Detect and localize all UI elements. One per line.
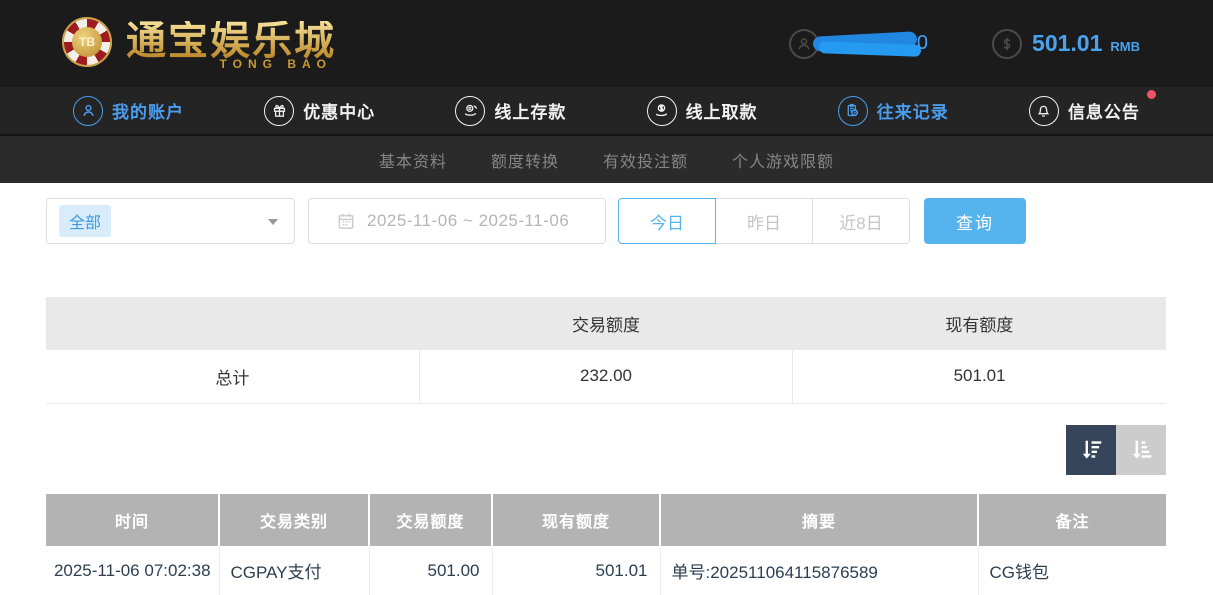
summary-header-transaction: 交易额度 <box>419 297 792 350</box>
chevron-down-icon <box>268 219 278 225</box>
summary-total-row: 总计 232.00 501.01 <box>46 350 1166 403</box>
col-header-type: 交易类别 <box>219 494 369 546</box>
selected-type-value: 全部 <box>59 205 111 237</box>
nav-item-my-account[interactable]: 我的账户 <box>73 96 184 126</box>
nav-item-online-withdrawal[interactable]: 线上取款 <box>647 96 758 126</box>
summary-balance-total: 501.01 <box>793 350 1166 403</box>
sort-ascending-button[interactable] <box>1116 425 1166 475</box>
transaction-records-page: TB 通宝娱乐城 TONG BAO 0 <box>0 0 1213 595</box>
deposit-icon <box>455 96 485 126</box>
main-navigation: 我的账户 优惠中心 线上存款 <box>0 87 1213 136</box>
nav-label: 我的账户 <box>112 98 184 123</box>
col-header-summary: 摘要 <box>660 494 978 546</box>
date-range-value: 2025-11-06 ~ 2025-11-06 <box>367 211 569 231</box>
nav-item-promotions[interactable]: 优惠中心 <box>264 96 375 126</box>
col-header-time: 时间 <box>46 494 219 546</box>
account-sub-navigation: 基本资料 额度转换 有效投注额 个人游戏限额 <box>0 136 1213 183</box>
gift-icon <box>264 96 294 126</box>
nav-label: 往来记录 <box>877 98 949 123</box>
nav-item-online-deposit[interactable]: 线上存款 <box>455 96 566 126</box>
notification-dot <box>1147 90 1156 99</box>
summary-header-empty <box>46 297 419 350</box>
dollar-icon <box>992 29 1022 59</box>
quick-range-today[interactable]: 今日 <box>618 198 716 244</box>
search-button[interactable]: 查询 <box>924 198 1026 244</box>
nav-label: 线上取款 <box>686 98 758 123</box>
cell-summary: 单号:202511064115876589 <box>660 546 978 595</box>
records-header-row: 时间 交易类别 交易额度 现有额度 摘要 备注 <box>46 494 1166 546</box>
summary-table: 交易额度 现有额度 总计 232.00 501.01 <box>46 297 1166 404</box>
quick-range-last-8-days[interactable]: 近8日 <box>812 198 910 244</box>
filter-toolbar: 全部 2025-11-06 ~ 2025-11-06 今日 昨日 近8日 查询 <box>46 198 1166 244</box>
col-header-current-balance: 现有额度 <box>492 494 660 546</box>
balance-currency: RMB <box>1110 39 1140 54</box>
sort-ascending-icon <box>1128 437 1154 463</box>
brand-name-en: TONG BAO <box>220 57 332 71</box>
brand-name: 通宝娱乐城 <box>126 21 336 61</box>
summary-total-label: 总计 <box>46 350 419 403</box>
summary-header-balance: 现有额度 <box>793 297 1166 350</box>
cell-note: CG钱包 <box>978 546 1166 595</box>
calendar-icon <box>336 211 356 231</box>
subnav-item-basic-info[interactable]: 基本资料 <box>379 148 447 172</box>
top-header: TB 通宝娱乐城 TONG BAO 0 <box>0 0 1213 87</box>
summary-header-row: 交易额度 现有额度 <box>46 297 1166 350</box>
quick-range-segment: 今日 昨日 近8日 <box>618 198 910 244</box>
username-redaction-scribble <box>813 34 921 54</box>
main-content: 全部 2025-11-06 ~ 2025-11-06 今日 昨日 近8日 查询 <box>0 183 1213 595</box>
col-header-note: 备注 <box>978 494 1166 546</box>
username-display[interactable]: 0 <box>789 29 928 59</box>
cell-time: 2025-11-06 07:02:38 <box>46 546 219 595</box>
cell-type: CGPAY支付 <box>219 546 369 595</box>
sort-descending-button[interactable] <box>1066 425 1116 475</box>
cell-transaction-amount: 501.00 <box>369 546 492 595</box>
subnav-item-game-limits[interactable]: 个人游戏限额 <box>732 148 834 172</box>
quick-range-yesterday[interactable]: 昨日 <box>715 198 813 244</box>
records-table: 时间 交易类别 交易额度 现有额度 摘要 备注 2025-11-06 07:02… <box>46 494 1166 595</box>
summary-transaction-total: 232.00 <box>419 350 792 403</box>
subnav-item-valid-bets[interactable]: 有效投注额 <box>603 148 688 172</box>
table-row: 2025-11-06 07:02:38 CGPAY支付 501.00 501.0… <box>46 546 1166 595</box>
nav-item-transaction-records[interactable]: 往来记录 <box>838 96 949 126</box>
account-area: 0 501.01 RMB <box>789 0 1140 87</box>
transaction-type-select[interactable]: 全部 <box>46 198 295 244</box>
balance-display[interactable]: 501.01 RMB <box>992 29 1140 59</box>
bell-icon <box>1029 96 1059 126</box>
date-range-input[interactable]: 2025-11-06 ~ 2025-11-06 <box>308 198 606 244</box>
brand-logo[interactable]: TB 通宝娱乐城 TONG BAO <box>62 17 336 71</box>
sort-descending-icon <box>1078 437 1104 463</box>
sort-controls <box>46 425 1166 475</box>
col-header-transaction-amount: 交易额度 <box>369 494 492 546</box>
withdraw-icon <box>647 96 677 126</box>
nav-label: 信息公告 <box>1068 98 1140 123</box>
nav-label: 线上存款 <box>494 98 566 123</box>
records-icon <box>838 96 868 126</box>
brand-text: 通宝娱乐城 TONG BAO <box>126 21 336 71</box>
poker-chip-icon: TB <box>62 17 112 67</box>
user-icon <box>73 96 103 126</box>
chip-label: TB <box>72 27 102 57</box>
cell-current-balance: 501.01 <box>492 546 660 595</box>
nav-label: 优惠中心 <box>303 98 375 123</box>
nav-item-announcements[interactable]: 信息公告 <box>1029 96 1140 126</box>
balance-amount: 501.01 <box>1032 30 1102 57</box>
subnav-item-credit-transfer[interactable]: 额度转换 <box>491 148 559 172</box>
